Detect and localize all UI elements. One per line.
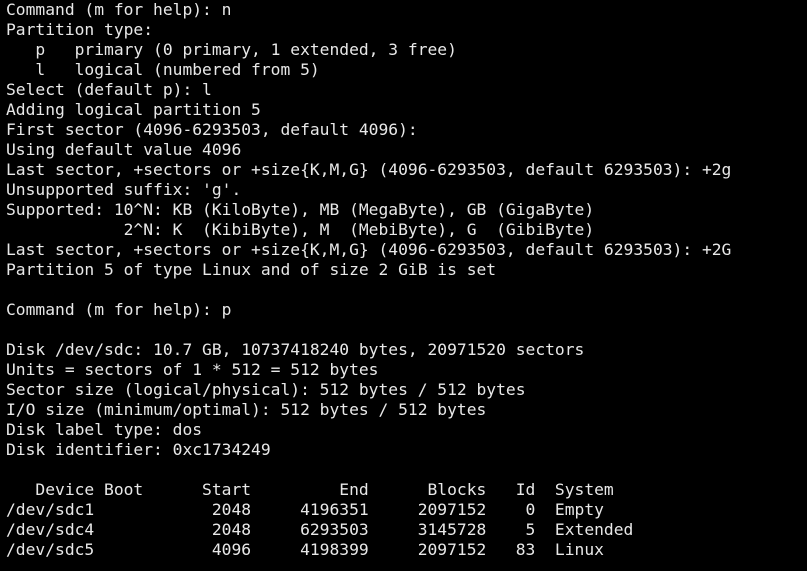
terminal-line: Partition type: [6,20,154,39]
partition-table-row: /dev/sdc5 4096 4198399 2097152 83 Linux [6,540,604,559]
terminal-line: Last sector, +sectors or +size{K,M,G} (4… [6,160,732,179]
terminal-line: I/O size (minimum/optimal): 512 bytes / … [6,400,487,419]
terminal-line: Select (default p): l [6,80,212,99]
partition-table-row: /dev/sdc1 2048 4196351 2097152 0 Empty [6,500,604,519]
terminal-line: Supported: 10^N: KB (KiloByte), MB (Mega… [6,200,595,219]
terminal-line: Sector size (logical/physical): 512 byte… [6,380,526,399]
terminal-line: Last sector, +sectors or +size{K,M,G} (4… [6,240,732,259]
terminal-line: Adding logical partition 5 [6,100,261,119]
terminal-line: Command (m for help): n [6,0,232,19]
partition-table-row: /dev/sdc4 2048 6293503 3145728 5 Extende… [6,520,634,539]
terminal-line: Partition 5 of type Linux and of size 2 … [6,260,497,279]
terminal-line: Units = sectors of 1 * 512 = 512 bytes [6,360,379,379]
terminal-line: Unsupported suffix: 'g'. [6,180,242,199]
terminal-line: Using default value 4096 [6,140,242,159]
terminal-line: l logical (numbered from 5) [6,60,320,79]
terminal-line: Command (m for help): p [6,300,232,319]
terminal-line: p primary (0 primary, 1 extended, 3 free… [6,40,457,59]
partition-table-header: Device Boot Start End Blocks Id System [6,480,614,499]
terminal-line: Disk /dev/sdc: 10.7 GB, 10737418240 byte… [6,340,585,359]
terminal-line: First sector (4096-6293503, default 4096… [6,120,418,139]
terminal-line: Disk identifier: 0xc1734249 [6,440,271,459]
terminal-line: Disk label type: dos [6,420,203,439]
terminal-line: 2^N: K (KibiByte), M (MebiByte), G (Gibi… [6,220,595,239]
terminal-window[interactable]: Command (m for help): n Partition type: … [0,0,807,571]
